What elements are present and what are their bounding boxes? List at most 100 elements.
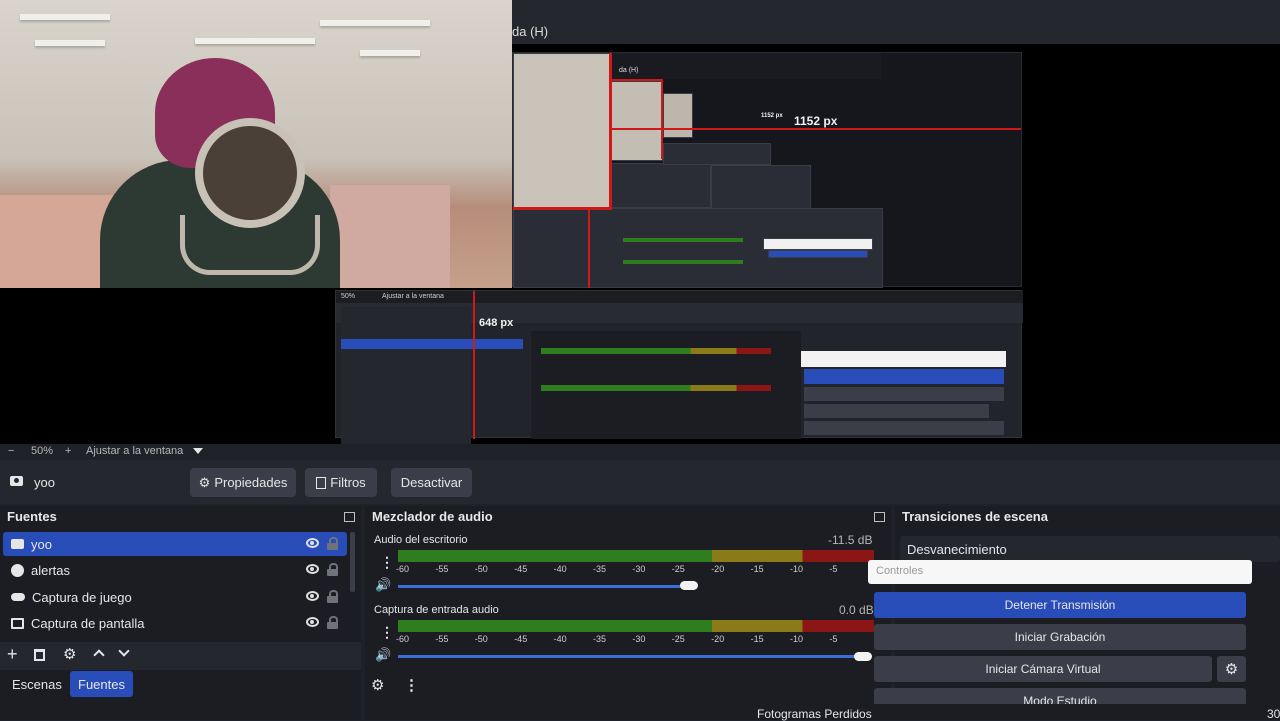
- gear-icon[interactable]: ⚙: [63, 645, 76, 663]
- transitions-dock-title: Transiciones de escena: [902, 509, 1048, 524]
- transition-select[interactable]: Desvanecimiento: [900, 536, 1280, 562]
- meter-tick-label: -35: [593, 564, 607, 574]
- mixer-menu-icon[interactable]: ⋮: [404, 676, 419, 694]
- zoom-level: 50%: [31, 445, 54, 457]
- source-item-yoo[interactable]: yoo: [3, 532, 347, 556]
- channel-db: 0.0 dB: [839, 603, 874, 617]
- meter-tick-label: -15: [750, 564, 764, 574]
- level-meter: [398, 620, 874, 632]
- gear-icon: ⚙: [198, 474, 211, 490]
- px-label-648: 648 px: [479, 317, 514, 329]
- source-item-captura-de-pantalla[interactable]: Captura de pantalla: [3, 611, 347, 635]
- undock-icon[interactable]: [344, 512, 355, 522]
- visibility-eye-icon[interactable]: [306, 538, 319, 548]
- fps-value: 30: [1267, 707, 1280, 721]
- source-item-label: Captura de pantalla: [31, 615, 145, 631]
- volume-slider-handle[interactable]: [854, 652, 872, 661]
- channel-name: Captura de entrada audio: [374, 604, 499, 616]
- visibility-eye-icon[interactable]: [306, 564, 319, 574]
- meter-tick-label: -20: [711, 564, 725, 574]
- lock-icon[interactable]: [327, 590, 338, 603]
- filters-button[interactable]: Filtros: [305, 468, 377, 497]
- px-label-1152: 1152 px: [794, 114, 838, 128]
- meter-tick-label: -15: [750, 634, 764, 644]
- fit-window-select[interactable]: Ajustar a la ventana: [86, 445, 183, 457]
- meter-ticks: -60 -55 -50 -45 -40 -35 -30 -25 -20 -15 -10 -5: [396, 564, 866, 576]
- meter-tick-label: -20: [711, 634, 725, 644]
- volume-slider-track[interactable]: [398, 585, 688, 588]
- meter-tick-label: -5: [829, 564, 838, 574]
- lock-icon[interactable]: [327, 616, 338, 629]
- meter-tick-label: -40: [553, 564, 567, 574]
- speaker-icon[interactable]: 🔊: [375, 647, 391, 663]
- meter-tick-label: -50: [474, 564, 488, 574]
- deactivate-button[interactable]: Desactivar: [391, 468, 472, 497]
- meter-tick-label: -45: [514, 634, 528, 644]
- visibility-eye-icon[interactable]: [306, 591, 319, 601]
- zoom-in-button[interactable]: +: [65, 445, 71, 457]
- source-item-label: alertas: [31, 562, 71, 578]
- gamepad-icon: [11, 593, 25, 601]
- speaker-icon[interactable]: 🔊: [375, 577, 391, 593]
- source-item-label: yoo: [31, 536, 52, 552]
- status-bar: Fotogramas Perdidos 30: [746, 704, 1280, 721]
- zoom-bar: − 50% + Ajustar a la ventana: [0, 444, 1280, 460]
- add-icon[interactable]: +: [7, 644, 18, 665]
- gear-icon[interactable]: ⚙: [371, 676, 384, 694]
- dropped-frames-label: Fotogramas Perdidos: [757, 707, 872, 721]
- zoom-out-button[interactable]: −: [8, 445, 14, 457]
- preview-canvas[interactable]: da (H) da (H) 1152 px 1152 px 50% Ajusta…: [0, 0, 1280, 444]
- meter-tick-label: -30: [632, 564, 646, 574]
- camera-icon: [10, 476, 23, 486]
- nested-title-small: da (H): [619, 67, 639, 74]
- lock-icon[interactable]: [327, 563, 338, 576]
- channel-menu-icon[interactable]: ⋮: [380, 624, 394, 641]
- source-item-captura-de-juego[interactable]: Captura de juego: [3, 585, 347, 609]
- meter-tick-label: -35: [593, 634, 607, 644]
- meter-ticks: -60 -55 -50 -45 -40 -35 -30 -25 -20 -15 -10 -5: [396, 634, 866, 646]
- monitor-icon: [11, 617, 24, 629]
- visibility-eye-icon[interactable]: [306, 617, 319, 627]
- properties-label: Propiedades: [214, 475, 288, 490]
- channel-name: Audio del escritorio: [374, 534, 468, 546]
- globe-icon: [11, 563, 24, 577]
- filters-label: Filtros: [330, 475, 366, 490]
- meter-tick-label: -25: [671, 564, 685, 574]
- nested-window-title: da (H): [512, 24, 549, 39]
- chevron-down-icon[interactable]: [193, 448, 203, 454]
- undock-icon[interactable]: [874, 512, 885, 522]
- filter-icon: [316, 476, 327, 489]
- meter-tick-label: -30: [632, 634, 646, 644]
- meter-tick-label: -25: [671, 634, 685, 644]
- volume-slider-track[interactable]: [398, 655, 860, 658]
- controls-dock-title: Controles: [868, 560, 1252, 584]
- px-label-1152-small: 1152 px: [761, 113, 783, 119]
- nested-zoom: 50%: [341, 293, 356, 300]
- start-recording-button[interactable]: Iniciar Grabación: [874, 624, 1246, 650]
- nested-preview-level-1: da (H) 1152 px 1152 px: [512, 52, 1022, 288]
- source-item-label: Captura de juego: [32, 589, 132, 605]
- source-toolbar: yoo ⚙ Propiedades Filtros Desactivar: [0, 460, 1280, 504]
- tab-fuentes[interactable]: Fuentes: [70, 671, 133, 697]
- tab-escenas[interactable]: Escenas: [4, 671, 70, 697]
- stop-stream-button[interactable]: Detener Transmisión: [874, 592, 1246, 618]
- meter-tick-label: -60: [396, 564, 410, 574]
- channel-menu-icon[interactable]: ⋮: [380, 554, 394, 571]
- virtual-cam-settings-gear-icon[interactable]: ⚙: [1217, 656, 1246, 682]
- nested-preview-level-2: 50% Ajustar a la ventana 648 px: [335, 290, 1023, 444]
- source-item-alertas[interactable]: alertas: [3, 558, 347, 582]
- meter-tick-label: -55: [435, 564, 449, 574]
- meter-tick-label: -55: [435, 634, 449, 644]
- properties-button[interactable]: ⚙ Propiedades: [190, 468, 296, 497]
- level-meter: [398, 550, 874, 562]
- camera-icon: [11, 539, 24, 549]
- meter-tick-label: -50: [474, 634, 488, 644]
- scrollbar[interactable]: [350, 532, 355, 592]
- start-virtual-cam-button[interactable]: Iniciar Cámara Virtual: [874, 656, 1212, 682]
- lock-icon[interactable]: [327, 537, 338, 550]
- meter-tick-label: -60: [396, 634, 410, 644]
- trash-icon[interactable]: [34, 649, 45, 661]
- volume-slider-handle[interactable]: [680, 581, 698, 590]
- webcam-image: [0, 0, 512, 288]
- channel-db: -11.5 dB: [828, 533, 873, 547]
